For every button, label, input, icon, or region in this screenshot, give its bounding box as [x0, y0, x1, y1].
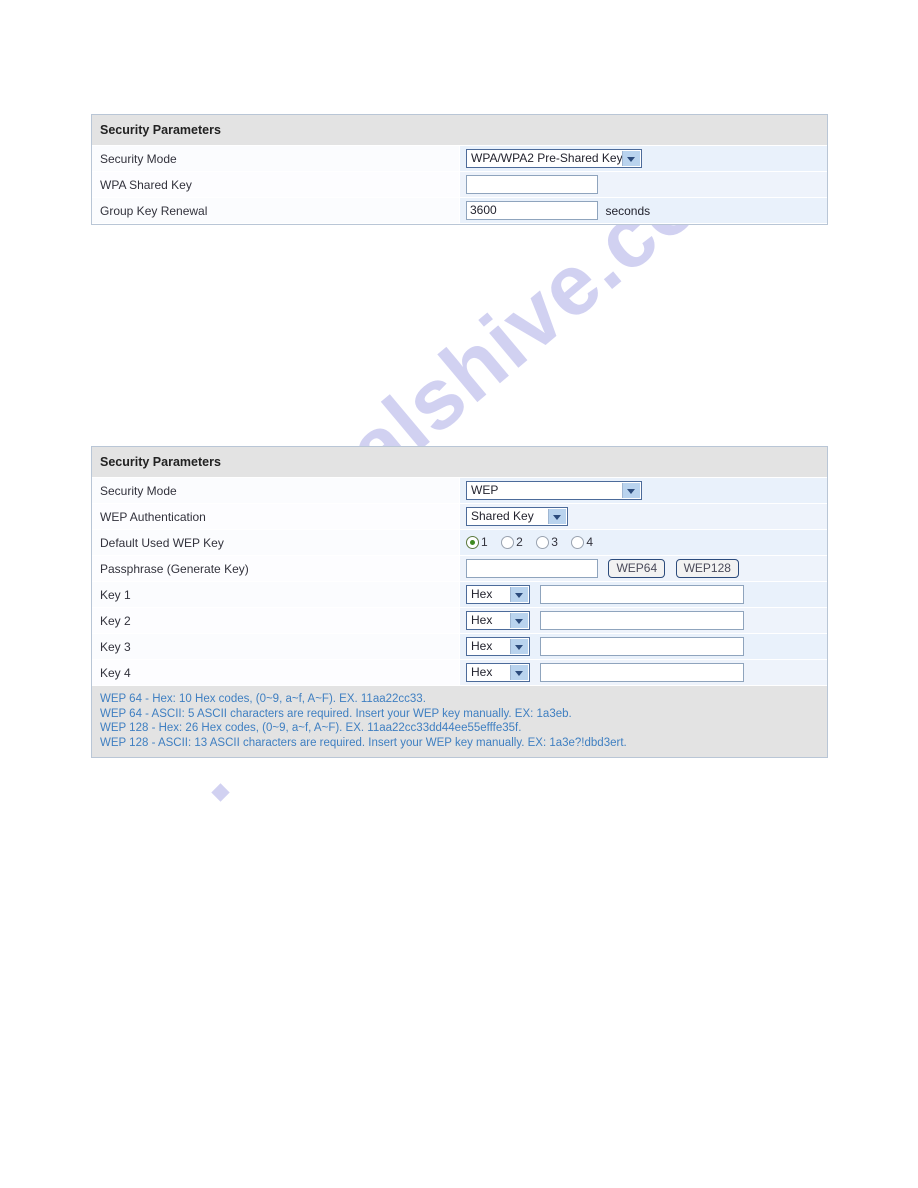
group-key-renewal-cell: 3600 seconds: [459, 197, 827, 224]
group-key-renewal-label: Group Key Renewal: [92, 197, 460, 224]
key-1-type-select[interactable]: Hex: [466, 585, 530, 604]
wpa-shared-key-cell: [459, 171, 827, 198]
key-2-type-select[interactable]: Hex: [466, 611, 530, 630]
table-row: Key 1 Hex: [92, 581, 827, 608]
chevron-down-icon[interactable]: [548, 509, 566, 524]
key-1-label: Key 1: [92, 581, 460, 608]
key-1-cell: Hex: [459, 581, 827, 608]
table-row: Key 4 Hex: [92, 659, 827, 686]
passphrase-input[interactable]: [466, 559, 598, 578]
key-3-type-wrap: Hex: [466, 637, 530, 656]
key-4-cell: Hex: [459, 659, 827, 686]
key-2-label: Key 2: [92, 607, 460, 634]
key-1-type-wrap: Hex: [466, 585, 530, 604]
wep-note-line: WEP 64 - Hex: 10 Hex codes, (0~9, a~f, A…: [100, 693, 426, 705]
key-2-type-value: Hex: [471, 613, 493, 627]
chevron-down-icon[interactable]: [622, 483, 640, 498]
default-used-wep-key-cell: 1 2 3 4: [459, 529, 827, 556]
wep128-button[interactable]: WEP128: [675, 559, 739, 578]
radio-icon[interactable]: [466, 535, 479, 549]
radio-option-2[interactable]: 2: [501, 533, 523, 551]
radio-option-4-label: 4: [586, 535, 594, 550]
wep64-button[interactable]: WEP64: [608, 559, 666, 578]
radio-option-3-label: 3: [551, 535, 558, 550]
security-mode-selected-value: WEP: [471, 483, 499, 497]
security-mode-label: Security Mode: [92, 477, 460, 504]
chevron-down-icon[interactable]: [510, 639, 528, 654]
wpa-shared-key-input[interactable]: [466, 175, 598, 194]
security-mode-cell: WPA/WPA2 Pre-Shared Key: [459, 145, 827, 172]
radio-option-1-label: 1: [481, 535, 488, 550]
security-mode-selected-value: WPA/WPA2 Pre-Shared Key: [471, 151, 623, 165]
table-row: WPA Shared Key: [92, 171, 827, 198]
key-3-label: Key 3: [92, 633, 460, 660]
security-mode-select[interactable]: WEP: [466, 481, 642, 500]
notes-row: WEP 64 - Hex: 10 Hex codes, (0~9, a~f, A…: [92, 685, 827, 757]
key-4-input[interactable]: [540, 663, 745, 682]
key-4-label: Key 4: [92, 659, 460, 686]
table-row: Group Key Renewal 3600 seconds: [92, 197, 827, 224]
key-2-type-wrap: Hex: [466, 611, 530, 630]
security-mode-cell: WEP: [459, 477, 827, 504]
wpa-security-table: Security Parameters Security Mode WPA/WP…: [92, 115, 827, 224]
wpa-security-parameters-panel: Security Parameters Security Mode WPA/WP…: [91, 114, 828, 225]
key-4-type-select[interactable]: Hex: [466, 663, 530, 682]
wep-note-line: WEP 128 - Hex: 26 Hex codes, (0~9, a~f, …: [100, 722, 522, 734]
key-3-type-select[interactable]: Hex: [466, 637, 530, 656]
chevron-down-icon[interactable]: [510, 587, 528, 602]
watermark-diamond-icon: [211, 783, 230, 802]
wep-note-line: WEP 64 - ASCII: 5 ASCII characters are r…: [100, 707, 572, 720]
default-used-wep-key-label: Default Used WEP Key: [92, 529, 460, 556]
wep-authentication-cell: Shared Key: [459, 503, 827, 530]
table-row: Default Used WEP Key 1 2 3 4: [92, 529, 827, 556]
chevron-down-icon[interactable]: [510, 613, 528, 628]
wep-authentication-select[interactable]: Shared Key: [466, 507, 568, 526]
chevron-down-icon[interactable]: [622, 151, 640, 166]
key-3-input[interactable]: [540, 637, 745, 656]
key-2-input[interactable]: [540, 611, 745, 630]
wep-authentication-selected-value: Shared Key: [471, 509, 534, 523]
panel-title: Security Parameters: [92, 115, 827, 146]
table-header-row: Security Parameters: [92, 115, 827, 146]
table-row: Key 3 Hex: [92, 633, 827, 660]
wep-authentication-label: WEP Authentication: [92, 503, 460, 530]
security-mode-select[interactable]: WPA/WPA2 Pre-Shared Key: [466, 149, 642, 168]
key-4-type-value: Hex: [471, 665, 493, 679]
radio-option-1[interactable]: 1: [466, 533, 488, 551]
panel-title: Security Parameters: [92, 447, 827, 478]
key-1-input[interactable]: [540, 585, 745, 604]
table-row: Security Mode WEP: [92, 477, 827, 504]
security-mode-label: Security Mode: [92, 145, 460, 172]
passphrase-cell: WEP64 WEP128: [459, 555, 827, 582]
table-row: Passphrase (Generate Key) WEP64 WEP128: [92, 555, 827, 582]
wep-security-table: Security Parameters Security Mode WEP WE…: [92, 447, 827, 757]
group-key-renewal-input[interactable]: 3600: [466, 201, 598, 220]
table-header-row: Security Parameters: [92, 447, 827, 478]
radio-icon[interactable]: [536, 535, 550, 549]
wpa-shared-key-label: WPA Shared Key: [92, 171, 460, 198]
chevron-down-icon[interactable]: [510, 665, 528, 680]
radio-option-3[interactable]: 3: [536, 533, 558, 551]
radio-option-4[interactable]: 4: [571, 533, 593, 551]
wep-notes: WEP 64 - Hex: 10 Hex codes, (0~9, a~f, A…: [92, 685, 827, 757]
radio-icon[interactable]: [571, 535, 585, 549]
radio-icon[interactable]: [501, 535, 515, 549]
key-1-type-value: Hex: [471, 587, 493, 601]
radio-option-2-label: 2: [516, 535, 523, 550]
table-row: WEP Authentication Shared Key: [92, 503, 827, 530]
wep-security-parameters-panel: Security Parameters Security Mode WEP WE…: [91, 446, 828, 758]
default-used-wep-key-radio-group: 1 2 3 4: [466, 533, 602, 551]
group-key-renewal-unit: seconds: [605, 203, 651, 218]
key-4-type-wrap: Hex: [466, 663, 530, 682]
wep-note-line: WEP 128 - ASCII: 13 ASCII characters are…: [100, 736, 627, 749]
key-2-cell: Hex: [459, 607, 827, 634]
table-row: Security Mode WPA/WPA2 Pre-Shared Key: [92, 145, 827, 172]
passphrase-label: Passphrase (Generate Key): [92, 555, 460, 582]
table-row: Key 2 Hex: [92, 607, 827, 634]
key-3-cell: Hex: [459, 633, 827, 660]
key-3-type-value: Hex: [471, 639, 493, 653]
